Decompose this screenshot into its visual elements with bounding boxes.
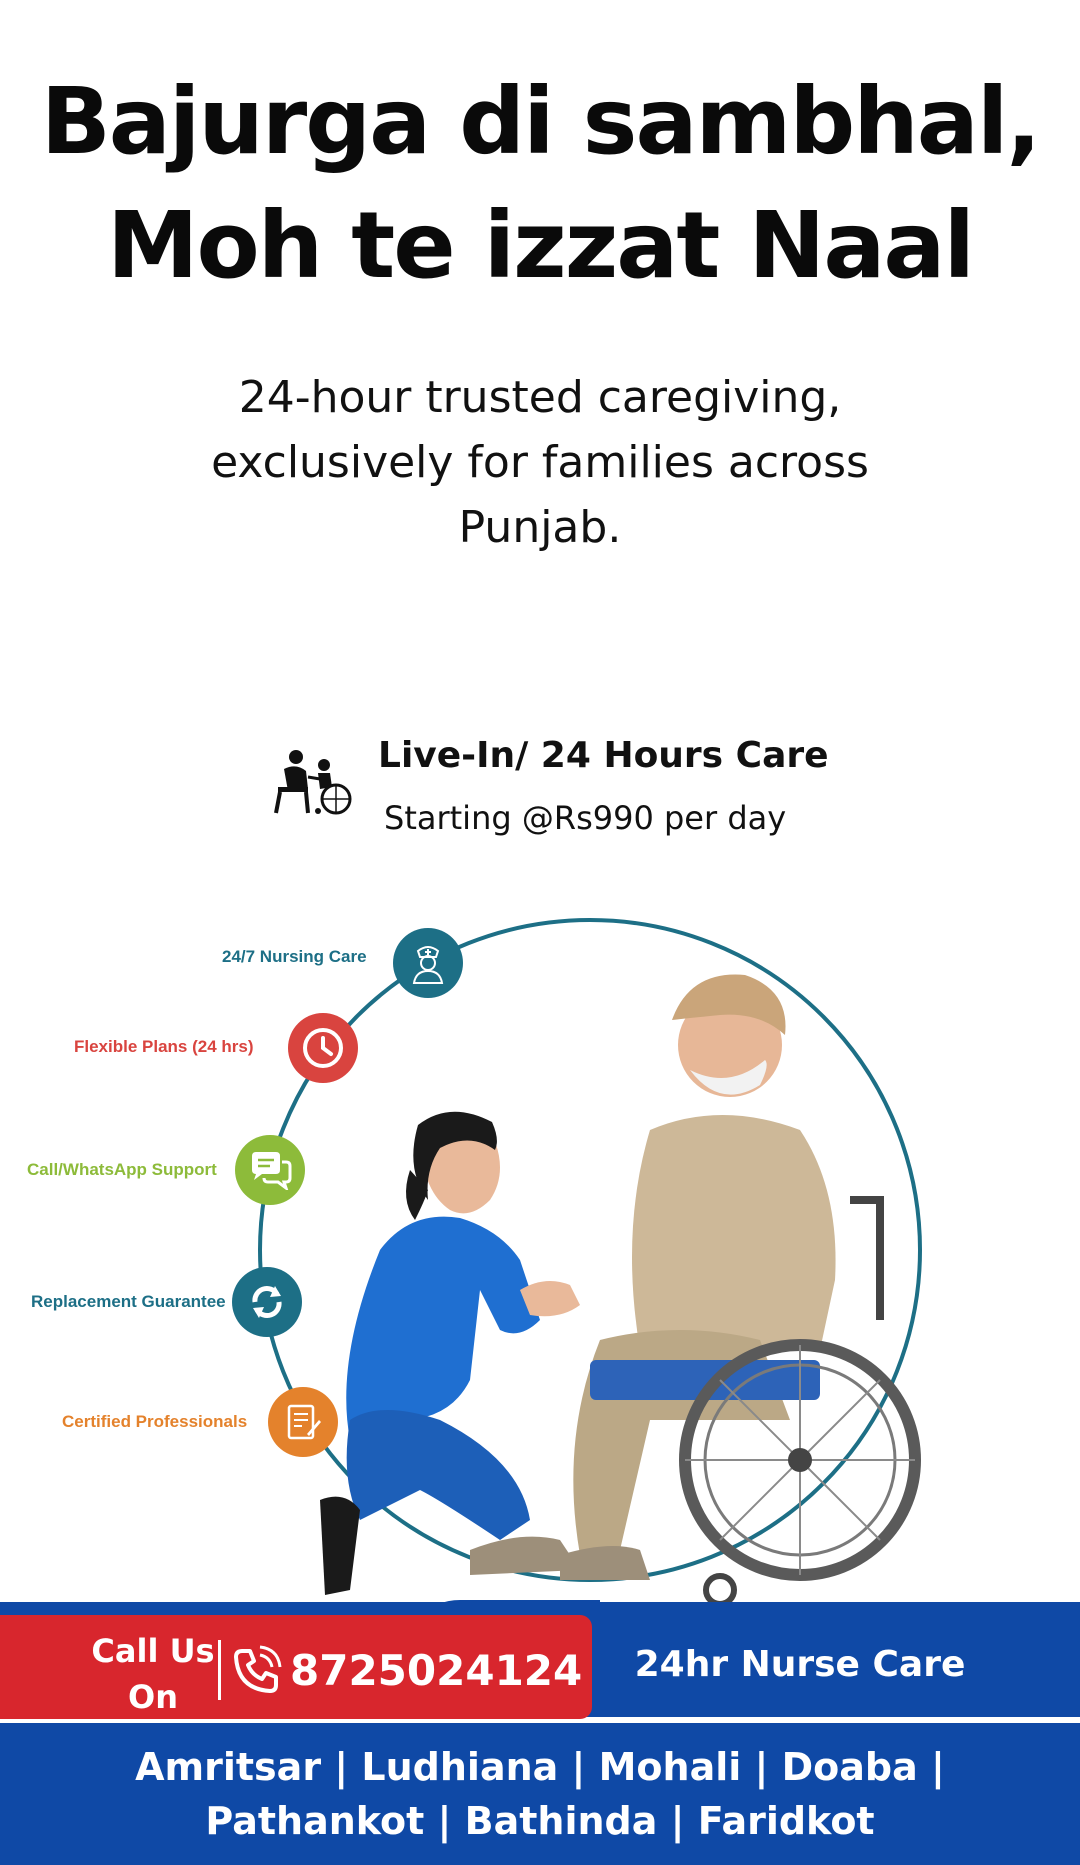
call-us-label: Call Us On [91, 1632, 215, 1716]
nurse-icon [393, 928, 463, 998]
call-divider [218, 1640, 221, 1700]
clock-icon [288, 1013, 358, 1083]
plan-title: Live-In/ 24 Hours Care [378, 735, 829, 776]
headline-line-1: Bajurga di sambhal, [40, 68, 1042, 175]
feature-label-nursing-care: 24/7 Nursing Care [222, 947, 367, 966]
chat-icon [235, 1135, 305, 1205]
plan-price: Starting @Rs990 per day [384, 799, 787, 837]
feature-label-support: Call/WhatsApp Support [27, 1160, 217, 1179]
nurse-figure [320, 1111, 580, 1595]
feature-label-replacement: Replacement Guarantee [31, 1292, 226, 1311]
refresh-icon [232, 1267, 302, 1337]
care-illustration [258, 918, 922, 1607]
caregiver-wheelchair-icon [274, 750, 352, 815]
service-label: 24hr Nurse Care [634, 1644, 966, 1685]
feature-label-certified: Certified Professionals [62, 1412, 248, 1431]
phone-number[interactable]: 8725024124 [290, 1646, 582, 1695]
cities-list: Amritsar | Ludhiana | Mohali | Doaba | P… [135, 1745, 945, 1843]
care-plan: Live-In/ 24 Hours Care Starting @Rs990 p… [268, 735, 868, 855]
feature-section: 24/7 Nursing Care Flexible Plans (24 hrs… [0, 900, 1080, 1620]
headline-line-2: Moh te izzat Naal [106, 192, 975, 299]
subtitle: 24-hour trusted caregiving, exclusively … [211, 372, 869, 553]
phone-icon [234, 1645, 282, 1693]
certificate-icon [268, 1387, 338, 1457]
headline: Bajurga di sambhal, Moh te izzat Naal [0, 60, 1080, 308]
feature-label-flexible-plans: Flexible Plans (24 hrs) [74, 1037, 254, 1056]
